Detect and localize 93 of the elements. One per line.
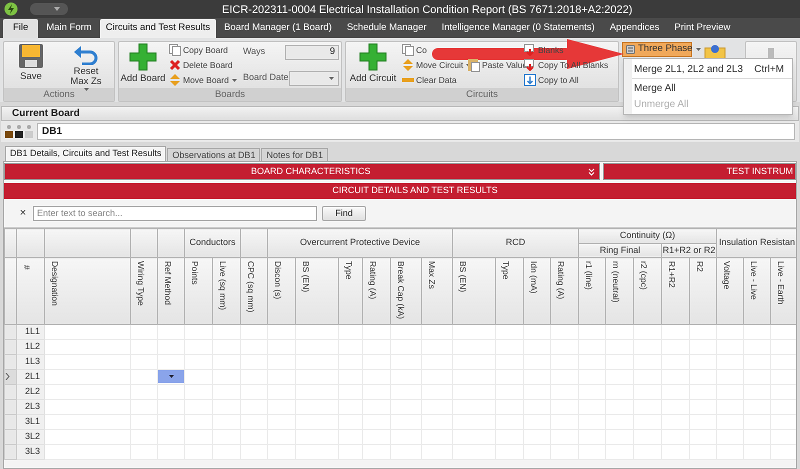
row-number: 2L2 — [16, 384, 44, 400]
row-indicator[interactable] — [4, 369, 16, 384]
column-header[interactable]: Designation — [48, 261, 61, 306]
section-title: BOARD CHARACTERISTICS — [251, 164, 371, 178]
ribbon-button[interactable]: Copy to All — [524, 73, 579, 87]
group-header: Continuity (Ω) — [578, 228, 717, 243]
ribbon-button[interactable]: Add Circuit — [348, 43, 398, 87]
row-number: 1L3 — [16, 354, 44, 370]
board-field[interactable]: DB1 — [37, 123, 795, 140]
ribbon-tab[interactable]: Circuits and Test Results — [100, 19, 216, 38]
group-header: Conductors — [184, 228, 240, 258]
search-field[interactable]: Enter text to search... — [33, 206, 317, 220]
up-down-arrows-icon — [402, 59, 414, 71]
column-header[interactable]: Type — [342, 261, 355, 280]
column-header[interactable]: # — [20, 265, 33, 270]
x-icon — [169, 59, 181, 71]
stack-icon — [626, 45, 635, 54]
shortcut-text: Ctrl+M — [754, 62, 784, 76]
ribbon-button[interactable]: Delete Board — [169, 58, 233, 72]
clipboard-icon — [468, 58, 480, 72]
panel-tab[interactable]: Observations at DB1 — [167, 148, 260, 161]
file-tab[interactable]: File — [3, 19, 38, 38]
up-down-arrows-icon — [169, 74, 181, 86]
column-header[interactable]: R1+R2 — [665, 261, 678, 288]
ribbon-tab[interactable]: Print Preview — [667, 19, 738, 38]
find-button[interactable]: Find — [322, 206, 366, 220]
group-header: RCD — [452, 228, 579, 258]
row-number: 2L3 — [16, 399, 44, 414]
section-title: TEST INSTRUM — [726, 164, 793, 178]
column-header[interactable]: BS (EN) — [299, 261, 312, 292]
menu-item[interactable]: Merge 2L1, 2L2 and 2L3 Ctrl+M — [632, 61, 792, 77]
ribbon-tab[interactable]: Intelligence Manager (0 Statements) — [434, 19, 602, 38]
ribbon-button[interactable]: Copy Board — [169, 43, 228, 57]
down-arrow-box-icon — [524, 74, 536, 86]
section-header[interactable]: TEST INSTRUM — [603, 163, 796, 180]
date-dropdown[interactable] — [288, 70, 339, 86]
group-header: Ring Final — [578, 243, 662, 258]
section-title: CIRCUIT DETAILS AND TEST RESULTS — [332, 184, 498, 198]
column-header[interactable]: Type — [499, 261, 512, 280]
column-header[interactable]: r2 (cpc) — [637, 261, 650, 290]
ribbon-tab[interactable]: Appendices — [602, 19, 666, 38]
pages-icon — [169, 44, 181, 56]
lightning-logo-icon — [4, 2, 18, 16]
window-title: EICR-202311-0004 Electrical Installation Condition Report (BS 7671:2018+A2:2022) — [222, 3, 632, 18]
ribbon-button[interactable]: Reset Max Zs — [60, 43, 112, 87]
ribbon-button[interactable]: Clear Data — [402, 73, 457, 87]
panel-tab[interactable]: DB1 Details, Circuits and Test Results — [5, 146, 166, 161]
field-label: Board Date — [243, 71, 289, 84]
group-header: Insulation Resistan — [716, 228, 796, 258]
group-header: R1+R2 or R2 — [662, 243, 717, 258]
group-label: Actions — [4, 88, 114, 101]
group-header: Overcurrent Protective Device — [268, 228, 453, 258]
row-pointer-icon — [5, 373, 10, 380]
ribbon-tab[interactable]: Schedule Manager — [340, 19, 434, 38]
quick-access-toolbar[interactable] — [30, 3, 68, 15]
ribbon-button[interactable]: Save — [6, 43, 56, 87]
group-label: Boards — [119, 88, 341, 101]
caret-icon — [168, 374, 174, 380]
section-header[interactable]: BOARD CHARACTERISTICS — [4, 163, 600, 180]
undo-arrow-icon — [73, 43, 99, 65]
row-number: 3L2 — [16, 429, 44, 444]
ways-field[interactable]: 9 — [285, 44, 339, 60]
double-chevron-icon — [588, 168, 595, 176]
row-number: 3L1 — [16, 414, 44, 430]
caret-icon — [328, 76, 335, 80]
menu-item[interactable]: Merge All — [632, 80, 792, 96]
caret-icon — [54, 7, 60, 11]
clear-search-button[interactable]: × — [18, 204, 28, 222]
field-label: Ways — [243, 45, 266, 58]
plus-icon — [359, 43, 387, 71]
down-arrow-page-icon — [524, 44, 536, 56]
column-header[interactable]: Points — [188, 261, 201, 285]
group-label: Circuits — [346, 88, 618, 101]
ribbon-button[interactable]: Move Circuit — [402, 58, 472, 72]
panel-tab[interactable]: Notes for DB1 — [261, 148, 328, 161]
ribbon-button[interactable]: Move Board — [169, 73, 238, 87]
ribbon-button[interactable]: Add Board — [121, 43, 165, 87]
row-number: 2L1 — [16, 369, 44, 384]
ribbon-button[interactable]: Co — [402, 43, 427, 57]
plus-icon — [129, 43, 157, 71]
menu-gutter — [624, 59, 632, 114]
cell-dropdown[interactable] — [158, 370, 184, 384]
row-number: 1L1 — [16, 324, 44, 340]
column-header[interactable]: Max Zs — [425, 261, 438, 289]
row-number: 1L2 — [16, 339, 44, 354]
ribbon-tab[interactable]: Main Form — [39, 19, 99, 38]
row-number: 3L3 — [16, 444, 44, 460]
column-header[interactable]: R2 — [693, 261, 706, 272]
pages-icon — [402, 44, 414, 56]
caret-icon — [695, 47, 702, 52]
column-header[interactable]: BS (EN) — [456, 261, 469, 292]
board-icon — [5, 124, 35, 138]
ribbon-tab[interactable]: Board Manager (1 Board) — [217, 19, 339, 38]
